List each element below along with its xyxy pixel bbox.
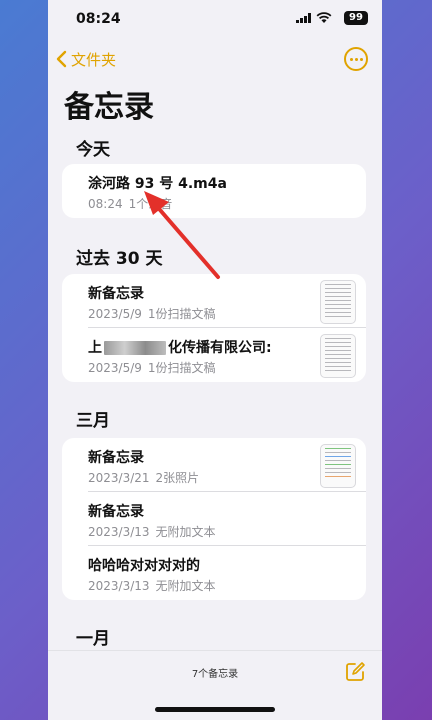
notes-group-today: 涂河路 93 号 4.m4a 08:24 1个录音 <box>62 164 366 218</box>
note-item[interactable]: 新备忘录 2023/3/21 2张照片 <box>62 438 366 492</box>
note-title-prefix: 上 <box>88 340 102 356</box>
status-bar: 08:24 99 <box>48 0 382 36</box>
note-date: 2023/3/13 <box>88 525 150 539</box>
note-item[interactable]: 哈哈哈对对对对的 2023/3/13 无附加文本 <box>62 546 366 600</box>
note-info: 2张照片 <box>155 471 200 485</box>
note-title: 新备忘录 <box>88 450 144 466</box>
wifi-icon <box>316 12 332 23</box>
note-item[interactable]: 新备忘录 2023/5/9 1份扫描文稿 <box>62 274 366 328</box>
notes-group-past-30-days: 新备忘录 2023/5/9 1份扫描文稿 上 化传播有限公司: 2023/5/9 1份… <box>62 274 366 382</box>
section-header-january: 一月 <box>76 629 110 649</box>
section-header-today: 今天 <box>76 140 110 160</box>
section-header-march: 三月 <box>76 411 110 431</box>
page-title: 备忘录 <box>64 90 154 125</box>
chevron-left-icon <box>56 50 67 68</box>
ellipsis-dot <box>349 57 353 61</box>
note-title: 新备忘录 <box>88 504 144 520</box>
notes-group-march: 新备忘录 2023/3/21 2张照片 新备忘录 2023/3/13 无附加文本 哈… <box>62 438 366 600</box>
status-time: 08:24 <box>76 11 121 27</box>
note-title: 哈哈哈对对对对的 <box>88 558 200 574</box>
note-meta: 2023/3/21 2张照片 <box>88 469 199 486</box>
note-meta: 08:24 1个录音 <box>88 195 172 212</box>
note-title-suffix: 化传播有限公司: <box>168 340 272 356</box>
notes-count: 7个备忘录 <box>191 669 239 680</box>
ellipsis-dot <box>354 57 358 61</box>
note-info: 无附加文本 <box>155 525 216 539</box>
note-meta: 2023/3/13 无附加文本 <box>88 523 216 540</box>
scanned-document-thumbnail <box>320 280 356 324</box>
note-info: 无附加文本 <box>155 579 216 593</box>
scanned-document-thumbnail <box>320 334 356 378</box>
compose-note-icon[interactable] <box>344 661 366 683</box>
home-indicator[interactable] <box>155 707 275 712</box>
note-date: 2023/3/21 <box>88 471 150 485</box>
note-info: 1个录音 <box>128 197 173 211</box>
note-item[interactable]: 上 化传播有限公司: 2023/5/9 1份扫描文稿 <box>62 328 366 382</box>
note-meta: 2023/5/9 1份扫描文稿 <box>88 305 216 322</box>
note-title: 新备忘录 <box>88 286 144 302</box>
note-item[interactable]: 新备忘录 2023/3/13 无附加文本 <box>62 492 366 546</box>
note-info: 1份扫描文稿 <box>147 307 216 321</box>
battery-icon: 99 <box>344 11 368 25</box>
bottom-toolbar: 7个备忘录 <box>48 650 382 720</box>
redacted-text <box>104 341 166 355</box>
note-info: 1份扫描文稿 <box>147 361 216 375</box>
navigation-bar: 文件夹 <box>48 44 382 74</box>
note-title: 涂河路 93 号 4.m4a <box>88 176 227 192</box>
section-header-past-30-days: 过去 30 天 <box>76 249 163 269</box>
note-item[interactable]: 涂河路 93 号 4.m4a 08:24 1个录音 <box>62 164 366 218</box>
cellular-signal-icon <box>296 13 311 23</box>
note-date: 2023/5/9 <box>88 307 142 321</box>
back-button[interactable]: 文件夹 <box>56 48 116 70</box>
note-meta: 2023/3/13 无附加文本 <box>88 577 216 594</box>
back-button-label: 文件夹 <box>71 50 117 69</box>
note-date: 2023/5/9 <box>88 361 142 375</box>
more-options-button[interactable] <box>344 47 368 71</box>
note-title: 上 化传播有限公司: <box>88 337 272 357</box>
note-date: 08:24 <box>88 197 123 211</box>
photo-thumbnail <box>320 444 356 488</box>
notes-screen: 08:24 99 文件夹 备忘录 今天 涂河路 93 号 4.m4a 08:24… <box>48 0 382 720</box>
note-date: 2023/3/13 <box>88 579 150 593</box>
ellipsis-dot <box>359 57 363 61</box>
note-meta: 2023/5/9 1份扫描文稿 <box>88 359 216 376</box>
